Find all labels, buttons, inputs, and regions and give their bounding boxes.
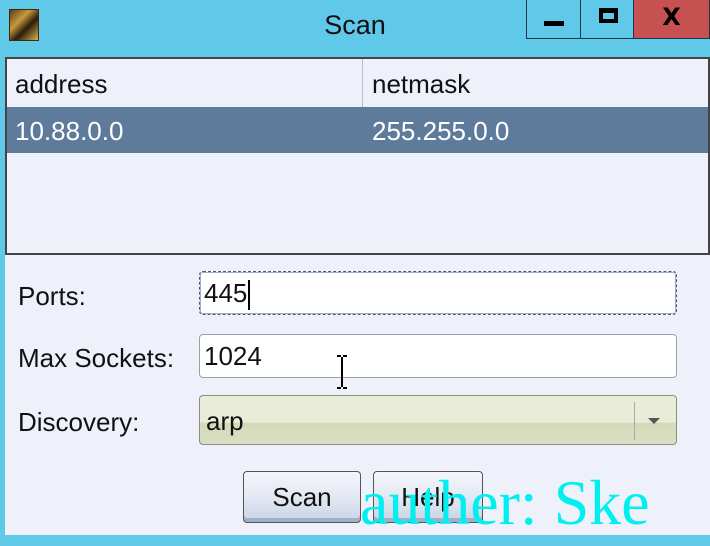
close-icon: X (662, 3, 681, 31)
max-sockets-field[interactable]: 1024 (199, 334, 677, 378)
watermark-text: auther: Ske (360, 467, 650, 538)
text-cursor-icon (337, 355, 347, 389)
max-sockets-value: 1024 (204, 341, 262, 371)
scan-button[interactable]: Scan (243, 471, 361, 523)
discovery-select[interactable]: arp (199, 395, 677, 445)
table-row[interactable]: 10.88.0.0 255.255.0.0 (7, 107, 708, 153)
ports-label: Ports: (18, 281, 86, 311)
cell-netmask: 255.255.0.0 (372, 116, 510, 146)
minimize-icon (544, 21, 564, 26)
discovery-label: Discovery: (18, 407, 140, 437)
chevron-down-icon[interactable] (634, 402, 672, 440)
discovery-value: arp (206, 406, 244, 436)
max-sockets-label: Max Sockets: (18, 343, 175, 373)
minimize-button[interactable] (526, 0, 581, 39)
column-header-address[interactable]: address (7, 59, 363, 107)
network-table[interactable]: address netmask 10.88.0.0 255.255.0.0 (5, 57, 710, 255)
scan-dialog: address netmask 10.88.0.0 255.255.0.0 Po… (5, 57, 710, 535)
title-bar[interactable]: Scan X (0, 0, 710, 52)
ports-value: 445 (204, 278, 248, 308)
table-header: address netmask (7, 59, 708, 108)
cell-address: 10.88.0.0 (15, 116, 124, 146)
maximize-button[interactable] (580, 0, 634, 39)
close-button[interactable]: X (633, 0, 710, 39)
text-caret (248, 280, 251, 311)
ports-field[interactable]: 445 (199, 271, 677, 315)
column-header-netmask[interactable]: netmask (364, 59, 708, 107)
maximize-icon (599, 8, 618, 23)
